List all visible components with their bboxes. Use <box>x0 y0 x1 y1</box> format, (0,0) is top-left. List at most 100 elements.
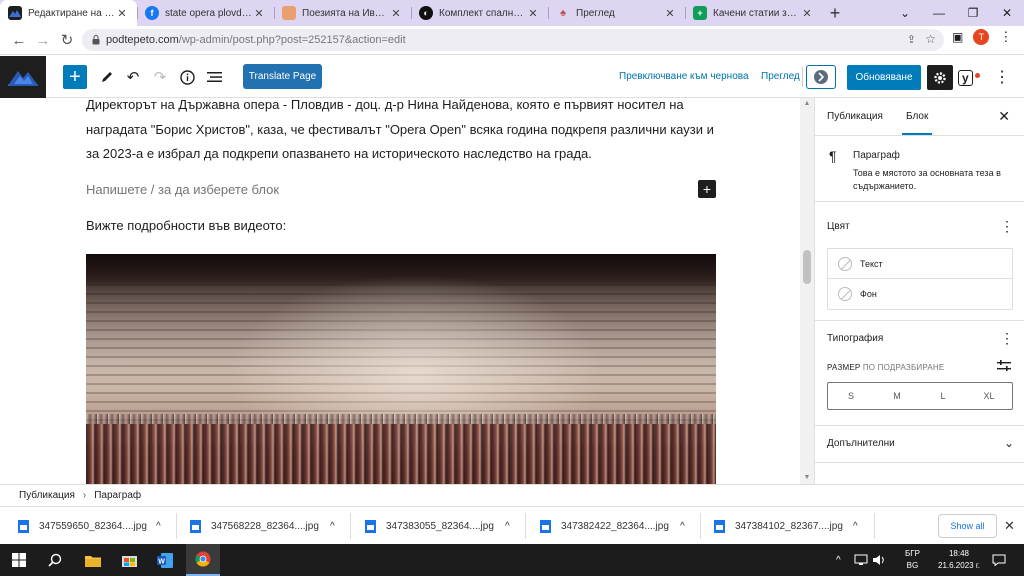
undo-icon[interactable]: ↶ <box>122 66 144 88</box>
tab-close-icon[interactable]: ✕ <box>115 7 129 20</box>
list-view-icon[interactable] <box>203 66 225 88</box>
browser-tab-facebook[interactable]: f state opera plovdiv - ✕ <box>137 0 274 26</box>
background-color-swatch-icon <box>838 287 852 301</box>
chevron-up-icon[interactable]: ^ <box>853 507 858 545</box>
system-clock[interactable]: 18:48 21.6.2023 г. <box>935 548 983 572</box>
tab-block[interactable]: Блок <box>901 111 933 135</box>
new-tab-button[interactable]: + <box>822 0 848 26</box>
typography-options-icon[interactable]: ⋮ <box>1000 330 1014 347</box>
input-language-indicator[interactable]: БГР BG <box>905 548 920 572</box>
restore-window-button[interactable]: ❐ <box>956 0 990 26</box>
advanced-panel-header[interactable]: Допълнителни ⌄ <box>815 432 1024 454</box>
image-file-icon <box>714 519 725 533</box>
tab-close-icon[interactable]: ✕ <box>252 7 266 20</box>
close-window-button[interactable]: ✕ <box>990 0 1024 26</box>
notifications-icon[interactable] <box>992 544 1006 576</box>
site-logo-icon[interactable] <box>0 56 46 98</box>
minimize-window-button[interactable]: — <box>922 0 956 26</box>
browser-tab-edit-post[interactable]: Редактиране на публ ✕ <box>0 0 137 26</box>
options-menu-icon[interactable]: ⋮ <box>994 66 1010 88</box>
download-item[interactable]: 347568228_82364....jpg <box>190 507 319 545</box>
editor-scrollbar[interactable]: ▲ ▼ <box>800 98 814 484</box>
reload-button[interactable]: ↻ <box>54 27 80 53</box>
profile-avatar[interactable]: T <box>973 29 990 45</box>
typography-panel-header: Типография ⋮ <box>815 327 1024 349</box>
redo-icon[interactable]: ↷ <box>149 66 171 88</box>
download-item[interactable]: 347382422_82364....jpg <box>540 507 669 545</box>
size-option-l[interactable]: L <box>920 383 966 409</box>
browser-tab-poetry[interactable]: Поезията на Иван Ра ✕ <box>274 0 411 26</box>
block-title: Параграф <box>853 150 900 161</box>
browser-tab-preview[interactable]: ♠ Преглед ✕ <box>548 0 685 26</box>
network-icon[interactable] <box>854 544 868 576</box>
chrome-icon[interactable] <box>186 544 220 576</box>
show-all-downloads-button[interactable]: Show all <box>938 514 997 538</box>
switch-to-draft-link[interactable]: Превключване към чернова <box>619 71 749 82</box>
chevron-up-icon[interactable]: ^ <box>505 507 510 545</box>
add-block-button[interactable]: + <box>63 65 87 89</box>
file-explorer-icon[interactable] <box>76 544 110 576</box>
block-placeholder[interactable]: Напишете / за да изберете блок <box>86 182 279 197</box>
tab-post[interactable]: Публикация <box>827 111 883 122</box>
update-button[interactable]: Обновяване <box>847 65 921 90</box>
forward-button[interactable]: → <box>30 27 56 53</box>
close-downloads-icon[interactable]: ✕ <box>1004 518 1015 534</box>
breadcrumb-post[interactable]: Публикация <box>19 490 75 501</box>
seo-score-icon[interactable] <box>806 65 836 89</box>
translate-page-button[interactable]: Translate Page <box>243 64 322 89</box>
bookmark-star-icon[interactable]: ☆ <box>925 32 936 46</box>
tab-label: state opera plovdiv - <box>165 7 252 19</box>
sidepanel-icon[interactable]: ▣ <box>952 30 963 44</box>
close-sidebar-icon[interactable]: ✕ <box>998 108 1010 125</box>
browser-tab-sheets[interactable]: + Качени статии за ден ✕ <box>685 0 822 26</box>
chevron-up-icon[interactable]: ^ <box>156 507 161 545</box>
typography-panel-title: Типография <box>827 333 884 344</box>
download-item[interactable]: 347383055_82364....jpg <box>365 507 494 545</box>
color-options-icon[interactable]: ⋮ <box>1000 218 1014 235</box>
chevron-up-icon[interactable]: ^ <box>680 507 685 545</box>
size-option-m[interactable]: M <box>874 383 920 409</box>
store-icon[interactable] <box>112 544 146 576</box>
paragraph-block[interactable]: Вижте подробности във видеото: <box>86 218 286 233</box>
back-button[interactable]: ← <box>6 27 32 53</box>
tray-overflow-icon[interactable]: ^ <box>836 544 841 576</box>
start-button-icon[interactable] <box>2 544 36 576</box>
tab-search-icon[interactable]: ⌄ <box>888 0 922 26</box>
scroll-down-icon[interactable]: ▼ <box>803 474 811 482</box>
download-filename: 347383055_82364....jpg <box>386 520 494 532</box>
url-field[interactable]: podtepeto.com/wp-admin/post.php?post=252… <box>82 29 944 51</box>
tab-close-icon[interactable]: ✕ <box>663 7 677 20</box>
word-icon[interactable]: W <box>148 544 182 576</box>
yoast-logo-icon[interactable]: y <box>958 68 984 88</box>
settings-gear-icon[interactable] <box>927 65 953 90</box>
download-item[interactable]: 347384102_82367....jpg <box>714 507 843 545</box>
tab-close-icon[interactable]: ✕ <box>526 7 540 20</box>
edit-pencil-icon[interactable] <box>96 66 118 88</box>
image-file-icon <box>365 519 376 533</box>
browser-menu-icon[interactable]: ⋮ <box>999 29 1012 45</box>
browser-address-bar: ← → ↻ podtepeto.com/wp-admin/post.php?po… <box>0 26 1024 55</box>
advanced-panel-title: Допълнителни <box>827 438 895 449</box>
share-icon[interactable]: ⇪ <box>907 33 916 46</box>
background-color-option[interactable]: Фон <box>828 279 1012 309</box>
scrollbar-thumb[interactable] <box>803 250 811 284</box>
inline-add-block-button[interactable]: + <box>698 180 716 198</box>
text-color-option[interactable]: Текст <box>828 249 1012 279</box>
volume-icon[interactable] <box>872 544 886 576</box>
size-option-s[interactable]: S <box>828 383 874 409</box>
scroll-up-icon[interactable]: ▲ <box>803 100 811 108</box>
size-option-xl[interactable]: XL <box>966 383 1012 409</box>
video-embed[interactable] <box>86 254 716 484</box>
download-item[interactable]: 347559650_82364....jpg <box>18 507 147 545</box>
info-icon[interactable] <box>176 66 198 88</box>
browser-tab-bedding[interactable]: ◐ Комплект спално бел ✕ <box>411 0 548 26</box>
search-icon[interactable] <box>38 544 72 576</box>
empty-block[interactable]: Напишете / за да изберете блок + <box>86 178 716 202</box>
paragraph-block[interactable]: Директорът на Държавна опера - Пловдив -… <box>86 98 716 167</box>
custom-size-toggle-icon[interactable] <box>997 360 1011 372</box>
tab-close-icon[interactable]: ✕ <box>800 7 814 20</box>
preview-link[interactable]: Преглед <box>761 71 800 82</box>
tab-close-icon[interactable]: ✕ <box>389 7 403 20</box>
breadcrumb-paragraph[interactable]: Параграф <box>94 490 141 501</box>
chevron-up-icon[interactable]: ^ <box>330 507 335 545</box>
